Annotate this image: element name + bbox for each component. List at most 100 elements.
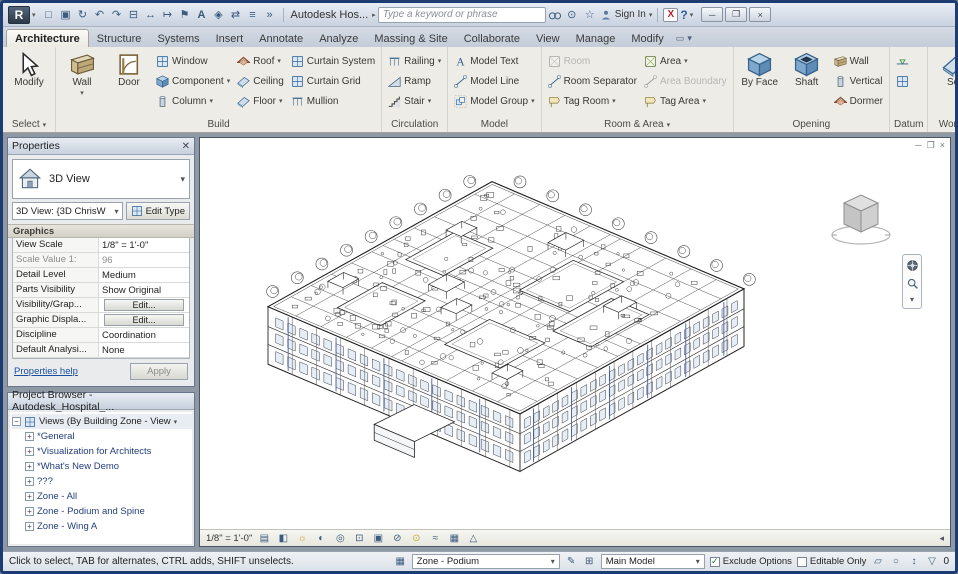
tree-item-visualization[interactable]: + *Visualization for Architects: [12, 444, 192, 459]
tree-item-general[interactable]: + *General: [12, 429, 192, 444]
steering-wheel-icon[interactable]: [906, 259, 919, 272]
wall-opening-button[interactable]: Wall: [831, 51, 886, 71]
instance-selector[interactable]: 3D View: {3D ChrisW ▾: [12, 202, 123, 220]
redo-icon[interactable]: ↷: [109, 7, 125, 23]
tree-item-zone-wing-a[interactable]: + Zone - Wing A: [12, 519, 192, 534]
undo-icon[interactable]: ↶: [92, 7, 108, 23]
detail-level-value[interactable]: Medium: [99, 268, 189, 282]
project-browser-header[interactable]: Project Browser - Autodesk_Hospital_...: [8, 389, 194, 413]
edit-type-button[interactable]: Edit Type: [125, 202, 190, 220]
wall-button[interactable]: Wall ▾: [59, 49, 105, 99]
communication-center-icon[interactable]: ⊙: [564, 7, 580, 23]
print-icon[interactable]: ⊟: [126, 7, 142, 23]
analytical-model-icon[interactable]: △: [466, 531, 480, 545]
tree-item-zone-all[interactable]: + Zone - All: [12, 489, 192, 504]
exclude-options-checkbox[interactable]: ✓ Exclude Options: [709, 556, 792, 567]
tag-room-button[interactable]: Tag Room ▾: [545, 91, 640, 111]
view-close-icon[interactable]: ×: [940, 140, 945, 151]
restore-button[interactable]: ❐: [725, 7, 748, 22]
expand-box-icon[interactable]: +: [25, 432, 34, 441]
curtain-grid-button[interactable]: Curtain Grid: [288, 71, 378, 91]
tree-root-views[interactable]: − Views (By Building Zone - View ▾: [12, 414, 192, 429]
close-icon[interactable]: ✕: [182, 141, 190, 152]
grid-button[interactable]: [893, 71, 912, 91]
application-menu-button[interactable]: R: [8, 5, 30, 24]
shadows-icon[interactable]: ◐: [314, 531, 328, 545]
section-icon[interactable]: ⇄: [228, 7, 244, 23]
tab-massing-site[interactable]: Massing & Site: [366, 30, 455, 47]
model-group-button[interactable]: Model Group ▾: [451, 91, 537, 111]
zoom-icon[interactable]: [906, 277, 919, 290]
tab-structure[interactable]: Structure: [89, 30, 150, 47]
tab-systems[interactable]: Systems: [149, 30, 207, 47]
set-work-plane-button[interactable]: Set: [931, 49, 955, 88]
reveal-hidden-elements-icon[interactable]: ⊙: [409, 531, 423, 545]
graphics-section-header[interactable]: Graphics: [8, 224, 194, 238]
worksets-icon[interactable]: ▦: [394, 555, 407, 568]
minimize-button[interactable]: ─: [701, 7, 724, 22]
expand-box-icon[interactable]: +: [25, 507, 34, 516]
expand-box-icon[interactable]: +: [25, 447, 34, 456]
select-pinned-icon[interactable]: ○: [889, 555, 902, 568]
roof-button[interactable]: Roof ▾: [234, 51, 287, 71]
expand-box-icon[interactable]: +: [25, 477, 34, 486]
tab-annotate[interactable]: Annotate: [251, 30, 311, 47]
rendering-dialog-icon[interactable]: ◎: [333, 531, 347, 545]
favorites-star-icon[interactable]: ☆: [582, 7, 598, 23]
qat-overflow-icon[interactable]: »: [262, 7, 278, 23]
visual-style-icon[interactable]: ◧: [276, 531, 290, 545]
room-button[interactable]: Room: [545, 51, 640, 71]
component-button[interactable]: Component ▾: [153, 71, 233, 91]
select-links-icon[interactable]: ▱: [871, 555, 884, 568]
viewcube[interactable]: [824, 186, 898, 250]
tab-architecture[interactable]: Architecture: [6, 29, 89, 47]
show-crop-region-icon[interactable]: ▣: [371, 531, 385, 545]
vertical-opening-button[interactable]: Vertical: [831, 71, 886, 91]
properties-header[interactable]: Properties ✕: [8, 138, 194, 155]
scroll-left-icon[interactable]: ◂: [939, 533, 944, 544]
view-minimize-icon[interactable]: ─: [915, 140, 921, 151]
measure-icon[interactable]: ↔: [143, 7, 159, 23]
default-analysis-value[interactable]: None: [99, 343, 189, 357]
search-input[interactable]: Type a keyword or phrase: [377, 6, 546, 23]
mullion-button[interactable]: Mullion: [288, 91, 378, 111]
tab-manage[interactable]: Manage: [568, 30, 624, 47]
tab-view[interactable]: View: [528, 30, 568, 47]
help-icon[interactable]: ?: [680, 8, 687, 22]
thin-lines-icon[interactable]: ≡: [245, 7, 261, 23]
tab-insert[interactable]: Insert: [208, 30, 252, 47]
panel-label-room-area[interactable]: Room & Area ▾: [542, 117, 733, 132]
floor-button[interactable]: Floor ▾: [234, 91, 287, 111]
modify-button[interactable]: Modify: [6, 49, 52, 88]
sign-in-button[interactable]: Sign In ▾: [600, 9, 652, 21]
collapse-box-icon[interactable]: −: [12, 417, 21, 426]
expand-box-icon[interactable]: +: [25, 492, 34, 501]
room-separator-button[interactable]: Room Separator: [545, 71, 640, 91]
active-workset-select[interactable]: Zone - Podium ▾: [411, 554, 560, 569]
sync-icon[interactable]: ↻: [75, 7, 91, 23]
ribbon-display-toggle-icon[interactable]: ▭: [676, 33, 685, 44]
temporary-view-properties-icon[interactable]: ▦: [447, 531, 461, 545]
view-scale-button[interactable]: 1/8" = 1'-0": [206, 533, 252, 544]
tab-modify[interactable]: Modify: [623, 30, 671, 47]
tag-icon[interactable]: ⚑: [177, 7, 193, 23]
help-chevron-icon[interactable]: ▾: [690, 11, 694, 19]
title-expander-icon[interactable]: ▸: [372, 11, 376, 19]
tree-item-whats-new[interactable]: + *What's New Demo: [12, 459, 192, 474]
stair-button[interactable]: Stair ▾: [385, 91, 444, 111]
area-boundary-button[interactable]: Area Boundary: [641, 71, 730, 91]
sun-path-icon[interactable]: ☼: [295, 531, 309, 545]
expand-box-icon[interactable]: +: [25, 522, 34, 531]
visibility-edit-button[interactable]: Edit...: [104, 299, 184, 311]
view-restore-icon[interactable]: ❐: [927, 140, 935, 151]
model-line-button[interactable]: Model Line: [451, 71, 537, 91]
detail-level-icon[interactable]: ▤: [257, 531, 271, 545]
exchange-apps-icon[interactable]: X: [663, 7, 679, 22]
design-options-icon[interactable]: ⊞: [583, 555, 596, 568]
area-button[interactable]: Area ▾: [641, 51, 730, 71]
text-icon[interactable]: A: [194, 7, 210, 23]
editable-request-icon[interactable]: ✎: [565, 555, 578, 568]
ceiling-button[interactable]: Ceiling: [234, 71, 287, 91]
open-icon[interactable]: □: [41, 7, 57, 23]
filter-icon[interactable]: ▽: [925, 555, 938, 568]
